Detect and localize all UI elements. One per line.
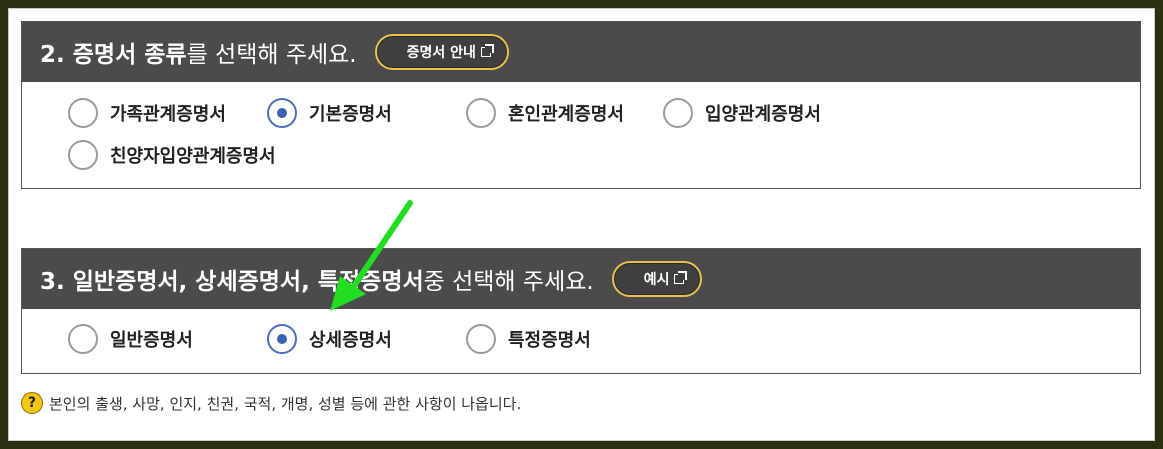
radio-button-checked[interactable]	[267, 98, 297, 128]
certificate-guide-button[interactable]: 증명서 안내	[374, 34, 509, 70]
radio-button[interactable]	[68, 324, 98, 354]
certificate-type-section: 2. 증명서 종류 를 선택해 주세요. 증명서 안내 가족관계증명서 기본증명서…	[21, 21, 1141, 189]
certificate-detail-header: 3. 일반증명서, 상세증명서, 특정증명서 중 선택해 주세요. 예시	[22, 249, 1140, 309]
radio-label: 친양자입양관계증명서	[110, 146, 276, 167]
page-frame: 2. 증명서 종류 를 선택해 주세요. 증명서 안내 가족관계증명서 기본증명서…	[8, 8, 1155, 441]
question-icon: ?	[21, 392, 43, 414]
radio-option-full-adoption[interactable]: 친양자입양관계증명서	[68, 140, 276, 170]
radio-button[interactable]	[68, 140, 98, 170]
certificate-type-options: 가족관계증명서 기본증명서 혼인관계증명서 입양관계증명서 친양자입양관계증명서	[22, 82, 1140, 187]
radio-label: 가족관계증명서	[110, 104, 226, 125]
certificate-guide-label: 증명서 안내	[406, 45, 476, 61]
certificate-type-title: 2. 증명서 종류	[40, 42, 187, 68]
certificate-type-title-suffix: 를 선택해 주세요.	[186, 42, 357, 68]
certificate-detail-title-suffix: 중 선택해 주세요.	[423, 269, 594, 295]
external-link-icon	[674, 271, 688, 284]
example-button[interactable]: 예시	[611, 261, 703, 297]
radio-option-basic[interactable]: 기본증명서	[267, 98, 392, 128]
radio-label: 혼인관계증명서	[508, 104, 624, 125]
radio-label: 기본증명서	[309, 104, 392, 125]
radio-label: 입양관계증명서	[705, 104, 821, 125]
radio-option-marriage[interactable]: 혼인관계증명서	[466, 98, 624, 128]
radio-label: 일반증명서	[110, 330, 193, 351]
radio-option-general[interactable]: 일반증명서	[68, 324, 193, 354]
info-note-text: 본인의 출생, 사망, 인지, 친권, 국적, 개명, 성별 등에 관한 사항이…	[49, 394, 522, 413]
radio-button[interactable]	[663, 98, 693, 128]
radio-label: 상세증명서	[309, 330, 392, 351]
example-label: 예시	[643, 272, 670, 288]
radio-button[interactable]	[466, 324, 496, 354]
radio-button[interactable]	[466, 98, 496, 128]
radio-button-checked[interactable]	[267, 324, 297, 354]
certificate-detail-title: 3. 일반증명서, 상세증명서, 특정증명서	[40, 269, 424, 295]
radio-option-family-relation[interactable]: 가족관계증명서	[68, 98, 226, 128]
radio-button[interactable]	[68, 98, 98, 128]
certificate-detail-section: 3. 일반증명서, 상세증명서, 특정증명서 중 선택해 주세요. 예시 일반증…	[21, 248, 1141, 374]
radio-option-adoption[interactable]: 입양관계증명서	[663, 98, 821, 128]
info-note: ? 본인의 출생, 사망, 인지, 친권, 국적, 개명, 성별 등에 관한 사…	[21, 392, 521, 414]
radio-label: 특정증명서	[508, 330, 591, 351]
certificate-type-header: 2. 증명서 종류 를 선택해 주세요. 증명서 안내	[22, 22, 1140, 82]
external-link-icon	[480, 44, 494, 57]
radio-option-detailed[interactable]: 상세증명서	[267, 324, 392, 354]
radio-option-specific[interactable]: 특정증명서	[466, 324, 591, 354]
certificate-detail-options: 일반증명서 상세증명서 특정증명서	[22, 309, 1140, 371]
